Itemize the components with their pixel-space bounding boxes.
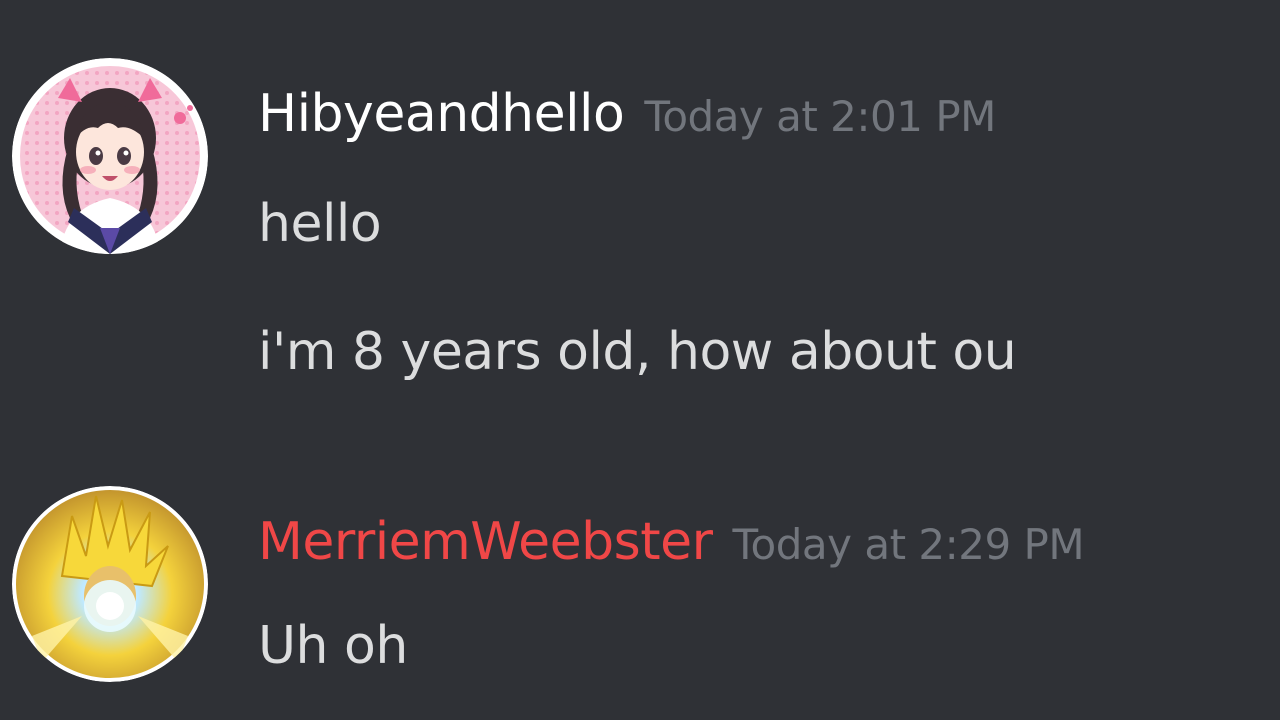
message-timestamp[interactable]: Today at 2:01 PM — [644, 92, 996, 141]
message-text: i'm 8 years old, how about ou — [258, 322, 1017, 382]
message-text: Uh oh — [258, 616, 408, 676]
chat-messages-pane: Hibyeandhello Today at 2:01 PM hello i'm… — [0, 0, 1280, 720]
message-text: hello — [258, 194, 382, 254]
message-header: Hibyeandhello Today at 2:01 PM — [258, 82, 996, 146]
anime-girl-avatar-icon — [12, 58, 208, 254]
message-timestamp[interactable]: Today at 2:29 PM — [733, 520, 1085, 569]
message-header: MerriemWeebster Today at 2:29 PM — [258, 510, 1085, 574]
username[interactable]: MerriemWeebster — [258, 510, 713, 574]
username[interactable]: Hibyeandhello — [258, 82, 625, 146]
user-avatar[interactable] — [12, 58, 208, 254]
user-avatar[interactable] — [12, 486, 208, 682]
super-saiyan-avatar-icon — [12, 486, 208, 682]
